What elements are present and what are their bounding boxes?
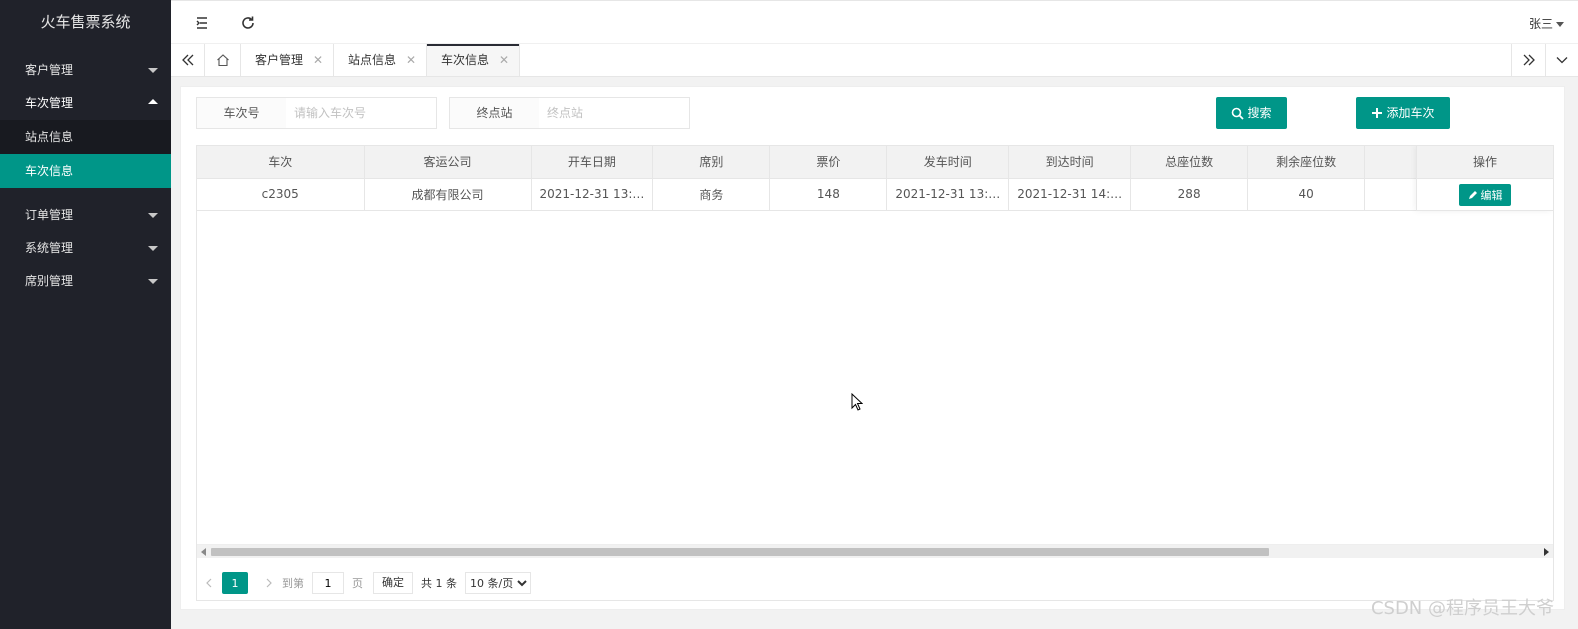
edit-button[interactable]: 编辑 xyxy=(1459,183,1511,206)
table-cell: 2021-12-31 13:… xyxy=(886,178,1010,211)
table-cell: c2305 xyxy=(197,178,365,211)
close-icon[interactable]: ✕ xyxy=(499,44,509,76)
sidebar-item-system[interactable]: 系统管理 xyxy=(0,232,171,265)
app-title: 火车售票系统 xyxy=(40,13,131,31)
tab-train-info[interactable]: 车次信息 ✕ xyxy=(427,44,520,76)
column-header[interactable]: 总座位数 xyxy=(1130,146,1249,179)
plus-icon xyxy=(1372,108,1383,118)
tab-label: 站点信息 xyxy=(348,53,397,67)
table-cell: 2021-12-31 14:… xyxy=(1008,178,1132,211)
close-icon[interactable]: ✕ xyxy=(406,44,416,76)
table-cell: 2021-12-31 13:… xyxy=(531,178,654,211)
column-header[interactable]: 车次 xyxy=(197,146,365,179)
add-train-button-label: 添加车次 xyxy=(1386,106,1435,120)
sidebar-item-seat-class[interactable]: 席别管理 xyxy=(0,265,171,298)
tabs-scroll-right-icon[interactable] xyxy=(1511,44,1545,76)
menu-fold-icon[interactable] xyxy=(194,15,210,31)
sidebar-item-train[interactable]: 车次管理 xyxy=(0,87,171,120)
sidebar-item-label: 订单管理 xyxy=(25,208,74,222)
mouse-cursor-icon xyxy=(851,392,864,414)
tab-customer[interactable]: 客户管理 ✕ xyxy=(241,44,334,76)
caret-up-icon xyxy=(148,99,158,104)
table-cell: 40 xyxy=(1247,178,1366,211)
close-icon[interactable]: ✕ xyxy=(313,44,323,76)
tabs-scroll-left-icon[interactable] xyxy=(171,44,205,76)
train-number-label: 车次号 xyxy=(196,97,287,129)
tab-label: 客户管理 xyxy=(255,53,304,67)
goto-label: 到第 xyxy=(282,577,304,590)
search-button[interactable]: 搜索 xyxy=(1216,97,1287,129)
column-header[interactable]: 票价 xyxy=(769,146,888,179)
caret-down-icon xyxy=(148,68,158,73)
scroll-right-icon[interactable] xyxy=(1544,548,1549,556)
column-header[interactable]: 到达时间 xyxy=(1008,146,1132,179)
sidebar-submenu: 站点信息 车次信息 xyxy=(0,120,171,188)
action-cell: 编辑 xyxy=(1417,179,1553,211)
sidebar: 火车售票系统 客户管理 车次管理 站点信息 车次信息 订单管理 系统管理 席别管… xyxy=(0,0,171,629)
search-button-label: 搜索 xyxy=(1247,106,1272,120)
caret-down-icon xyxy=(1556,22,1564,27)
column-header[interactable]: 客运公司 xyxy=(364,146,532,179)
home-icon[interactable] xyxy=(205,44,241,76)
pencil-icon xyxy=(1468,190,1477,199)
goto-page-input[interactable] xyxy=(312,572,344,594)
terminal-station-label: 终点站 xyxy=(449,97,540,129)
page-size-select[interactable]: 10 条/页 xyxy=(465,572,531,594)
sidebar-item-customer[interactable]: 客户管理 xyxy=(0,54,171,87)
sidebar-item-orders[interactable]: 订单管理 xyxy=(0,199,171,232)
sidebar-item-label: 席别管理 xyxy=(25,274,74,288)
table-cell: 148 xyxy=(769,178,888,211)
user-menu[interactable]: 张三 xyxy=(1529,15,1564,32)
sidebar-item-label: 车次管理 xyxy=(25,96,74,110)
table-header-row: 车次 客运公司 开车日期 席别 票价 发车时间 到达时间 总座位数 剩余座位数 … xyxy=(197,146,1483,179)
train-table-grid: 车次 客运公司 开车日期 席别 票价 发车时间 到达时间 总座位数 剩余座位数 … xyxy=(197,146,1483,211)
column-header[interactable]: 发车时间 xyxy=(886,146,1010,179)
total-count: 共 1 条 xyxy=(421,577,457,590)
pagination: 1 到第 页 确定 共 1 条 10 条/页 xyxy=(196,571,531,595)
tabs-menu-icon[interactable] xyxy=(1545,44,1578,76)
top-header: 张三 xyxy=(171,0,1578,44)
user-name: 张三 xyxy=(1528,17,1553,31)
action-column-header: 操作 xyxy=(1417,146,1553,179)
sidebar-item-label: 客户管理 xyxy=(25,63,74,77)
page-current[interactable]: 1 xyxy=(222,572,248,594)
edit-button-label: 编辑 xyxy=(1480,188,1503,202)
action-column: 操作 编辑 xyxy=(1416,146,1553,211)
sidebar-subitem-train-info[interactable]: 车次信息 xyxy=(0,154,171,188)
content-panel: 车次号 终点站 搜索 添加车次 车次 客运公司 开车日期 席别 票价 发车时间 … xyxy=(180,86,1565,610)
add-train-button[interactable]: 添加车次 xyxy=(1356,97,1450,129)
sidebar-subitem-station[interactable]: 站点信息 xyxy=(0,120,171,154)
train-number-input[interactable] xyxy=(286,97,437,129)
next-page-icon[interactable] xyxy=(256,572,282,594)
table-row[interactable]: c2305 成都有限公司 2021-12-31 13:… 商务 148 2021… xyxy=(197,178,1483,211)
tab-label: 车次信息 xyxy=(441,53,490,67)
caret-down-icon xyxy=(148,246,158,251)
tabs-bar: 客户管理 ✕ 站点信息 ✕ 车次信息 ✕ xyxy=(171,44,1578,77)
watermark: CSDN @程序员王大爷 xyxy=(1370,598,1554,619)
table-cell: 成都有限公司 xyxy=(364,178,532,211)
tab-station[interactable]: 站点信息 ✕ xyxy=(334,44,427,76)
table-cell: 288 xyxy=(1130,178,1249,211)
page-suffix: 页 xyxy=(352,577,363,590)
scroll-left-icon[interactable] xyxy=(201,548,206,556)
caret-down-icon xyxy=(148,279,158,284)
column-header[interactable]: 席别 xyxy=(652,146,771,179)
sidebar-item-label: 系统管理 xyxy=(25,241,74,255)
goto-confirm-button[interactable]: 确定 xyxy=(373,572,413,594)
horizontal-scrollbar[interactable] xyxy=(197,544,1553,558)
table-cell: 商务 xyxy=(652,178,771,211)
scrollbar-thumb[interactable] xyxy=(211,548,1269,556)
column-header[interactable]: 开车日期 xyxy=(531,146,654,179)
refresh-icon[interactable] xyxy=(240,15,256,31)
column-header[interactable]: 剩余座位数 xyxy=(1247,146,1366,179)
prev-page-icon[interactable] xyxy=(196,572,222,594)
search-icon xyxy=(1232,107,1245,120)
caret-down-icon xyxy=(148,213,158,218)
train-table: 车次 客运公司 开车日期 席别 票价 发车时间 到达时间 总座位数 剩余座位数 … xyxy=(196,145,1554,601)
terminal-station-input[interactable] xyxy=(539,97,690,129)
